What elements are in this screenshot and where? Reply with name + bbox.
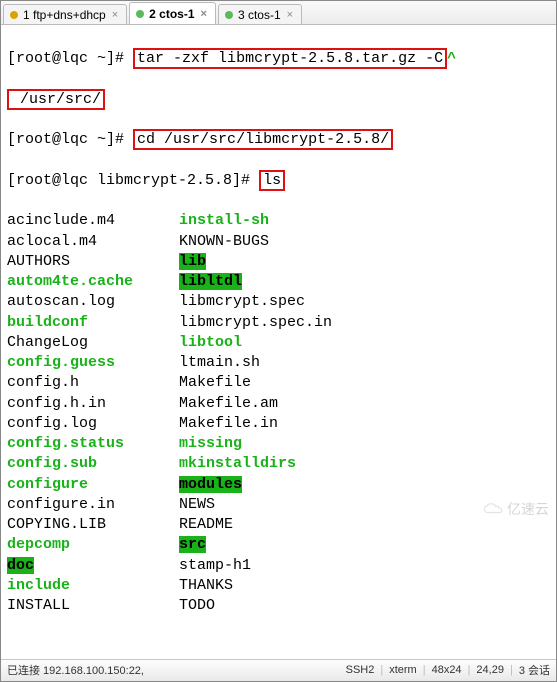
list-row: config.guess ltmain.sh	[7, 353, 550, 373]
status-dot-icon	[225, 11, 233, 19]
tab-label: 3 ctos-1	[238, 8, 281, 22]
list-row: config.sub mkinstalldirs	[7, 454, 550, 474]
terminal-window: 1 ftp+dns+dhcp × 2 ctos-1 × 3 ctos-1 × […	[0, 0, 557, 682]
prompt: [root@lqc ~]#	[7, 131, 124, 148]
list-row: include THANKS	[7, 576, 550, 596]
file-entry: NEWS	[179, 496, 215, 513]
status-dot-icon	[10, 11, 18, 19]
file-entry: src	[179, 536, 206, 553]
file-entry: autoscan.log	[7, 293, 115, 310]
list-row: configure.in NEWS	[7, 495, 550, 515]
highlighted-command: ls	[259, 170, 285, 191]
list-row: autoscan.log libmcrypt.spec	[7, 292, 550, 312]
file-entry: AUTHORS	[7, 253, 70, 270]
prompt: [root@lqc libmcrypt-2.5.8]#	[7, 172, 250, 189]
file-entry: libltdl	[179, 273, 242, 290]
file-entry: Makefile	[179, 374, 251, 391]
terminal-output[interactable]: [root@lqc ~]# tar -zxf libmcrypt-2.5.8.t…	[1, 25, 556, 659]
ls-listing: acinclude.m4 install-sh aclocal.m4 KNOWN-BU…	[7, 211, 550, 616]
tab-3[interactable]: 3 ctos-1 ×	[218, 4, 302, 24]
file-entry: README	[179, 516, 233, 533]
list-row: autom4te.cache libltdl	[7, 272, 550, 292]
file-entry: ltmain.sh	[179, 354, 260, 371]
list-row: config.h Makefile	[7, 373, 550, 393]
file-entry: Makefile.am	[179, 395, 278, 412]
status-sessions: 3 会话	[519, 662, 550, 678]
line-wrap-icon: ^	[447, 50, 456, 67]
highlighted-command: tar -zxf libmcrypt-2.5.8.tar.gz -C	[133, 48, 447, 69]
file-entry: buildconf	[7, 314, 88, 331]
tab-1[interactable]: 1 ftp+dns+dhcp ×	[3, 4, 127, 24]
tab-2[interactable]: 2 ctos-1 ×	[129, 2, 216, 24]
file-entry: config.sub	[7, 455, 97, 472]
close-icon[interactable]: ×	[201, 8, 207, 20]
highlighted-command: cd /usr/src/libmcrypt-2.5.8/	[133, 129, 393, 150]
file-entry: include	[7, 577, 70, 594]
file-entry: TODO	[179, 597, 215, 614]
tab-bar: 1 ftp+dns+dhcp × 2 ctos-1 × 3 ctos-1 ×	[1, 1, 556, 25]
file-entry: configure.in	[7, 496, 115, 513]
file-entry: Makefile.in	[179, 415, 278, 432]
close-icon[interactable]: ×	[112, 9, 118, 21]
list-row: aclocal.m4 KNOWN-BUGS	[7, 232, 550, 252]
list-row: COPYING.LIB README	[7, 515, 550, 535]
list-row: config.h.in Makefile.am	[7, 394, 550, 414]
list-row: configure modules	[7, 475, 550, 495]
file-entry: libmcrypt.spec	[179, 293, 305, 310]
file-entry: THANKS	[179, 577, 233, 594]
status-dot-icon	[136, 10, 144, 18]
list-row: acinclude.m4 install-sh	[7, 211, 550, 231]
watermark: 亿速云	[482, 499, 549, 519]
file-entry: configure	[7, 476, 88, 493]
list-row: buildconf libmcrypt.spec.in	[7, 313, 550, 333]
watermark-text: 亿速云	[507, 499, 549, 519]
file-entry: mkinstalldirs	[179, 455, 296, 472]
file-entry: COPYING.LIB	[7, 516, 106, 533]
file-entry: aclocal.m4	[7, 233, 97, 250]
file-entry: KNOWN-BUGS	[179, 233, 269, 250]
list-row: AUTHORS lib	[7, 252, 550, 272]
file-entry: config.guess	[7, 354, 115, 371]
file-entry: missing	[179, 435, 242, 452]
highlighted-command: /usr/src/	[7, 89, 105, 110]
list-row: INSTALL TODO	[7, 596, 550, 616]
file-entry: ChangeLog	[7, 334, 88, 351]
status-bar: 已连接 192.168.100.150:22, SSH2| xterm| 48x…	[1, 659, 556, 681]
file-entry: lib	[179, 253, 206, 270]
prompt: [root@lqc ~]#	[7, 50, 124, 67]
file-entry: INSTALL	[7, 597, 70, 614]
file-entry: modules	[179, 476, 242, 493]
file-entry: autom4te.cache	[7, 273, 133, 290]
list-row: config.log Makefile.in	[7, 414, 550, 434]
file-entry: depcomp	[7, 536, 70, 553]
file-entry: config.log	[7, 415, 97, 432]
file-entry: config.h	[7, 374, 79, 391]
file-entry: libtool	[179, 334, 242, 351]
file-entry: config.h.in	[7, 395, 106, 412]
connection-status: 已连接 192.168.100.150:22,	[7, 662, 144, 678]
status-size: 48x24	[432, 664, 462, 676]
file-entry: install-sh	[179, 212, 269, 229]
file-entry: config.status	[7, 435, 124, 452]
file-entry: libmcrypt.spec.in	[179, 314, 332, 331]
list-row: config.status missing	[7, 434, 550, 454]
list-row: ChangeLog libtool	[7, 333, 550, 353]
status-cursor: 24,29	[476, 664, 504, 676]
file-entry: acinclude.m4	[7, 212, 115, 229]
cloud-icon	[482, 502, 504, 516]
tab-label: 2 ctos-1	[149, 7, 194, 21]
list-row: depcomp src	[7, 535, 550, 555]
close-icon[interactable]: ×	[287, 9, 293, 21]
file-entry: doc	[7, 557, 34, 574]
status-protocol: SSH2	[346, 664, 375, 676]
status-term: xterm	[389, 664, 417, 676]
list-row: doc stamp-h1	[7, 556, 550, 576]
file-entry: stamp-h1	[179, 557, 251, 574]
tab-label: 1 ftp+dns+dhcp	[23, 8, 106, 22]
